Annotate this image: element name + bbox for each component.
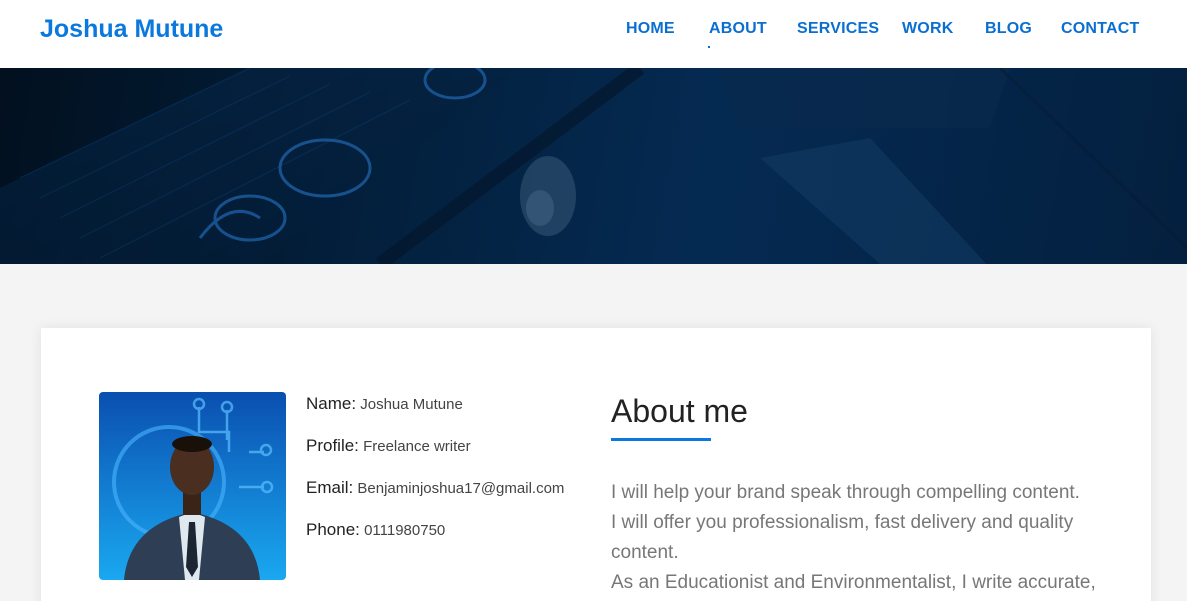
active-nav-indicator: [708, 46, 710, 48]
phone-label: Phone:: [306, 520, 360, 539]
about-title-underline: [611, 438, 711, 441]
name-value: Joshua Mutune: [360, 396, 463, 413]
about-text: I will help your brand speak through com…: [611, 478, 1101, 598]
nav-about[interactable]: ABOUT: [709, 20, 767, 38]
nav-menu: HOME ABOUT SERVICES WORK BLOG CONTACT: [0, 20, 1187, 50]
about-line: I will offer you professionalism, fast d…: [611, 512, 1074, 563]
nav-home[interactable]: HOME: [626, 20, 675, 38]
about-card: Name: Joshua Mutune Profile: Freelance w…: [41, 328, 1151, 601]
nav-contact[interactable]: CONTACT: [1061, 20, 1139, 38]
profile-value: Freelance writer: [363, 438, 471, 455]
email-label: Email:: [306, 478, 354, 497]
phone-value: 0111980750: [364, 522, 446, 539]
about-line: As an Educationist and Environmentalist,…: [611, 572, 1096, 593]
name-label: Name:: [306, 394, 357, 413]
info-phone: Phone: 0111980750: [306, 520, 445, 540]
info-name: Name: Joshua Mutune: [306, 394, 463, 414]
hero-background-image: [0, 68, 1187, 264]
about-line: I will help your brand speak through com…: [611, 482, 1080, 503]
about-title: About me: [611, 393, 748, 429]
nav-work[interactable]: WORK: [902, 20, 953, 38]
hero-banner: [0, 68, 1187, 264]
nav-blog[interactable]: BLOG: [985, 20, 1032, 38]
nav-services[interactable]: SERVICES: [797, 20, 879, 38]
email-value: Benjaminjoshua17@gmail.com: [357, 480, 565, 497]
profile-label: Profile:: [306, 436, 359, 455]
navbar: Joshua Mutune HOME ABOUT SERVICES WORK B…: [0, 0, 1187, 68]
profile-photo: [99, 392, 286, 580]
info-profile: Profile: Freelance writer: [306, 436, 471, 456]
info-email: Email: Benjaminjoshua17@gmail.com: [306, 478, 564, 498]
